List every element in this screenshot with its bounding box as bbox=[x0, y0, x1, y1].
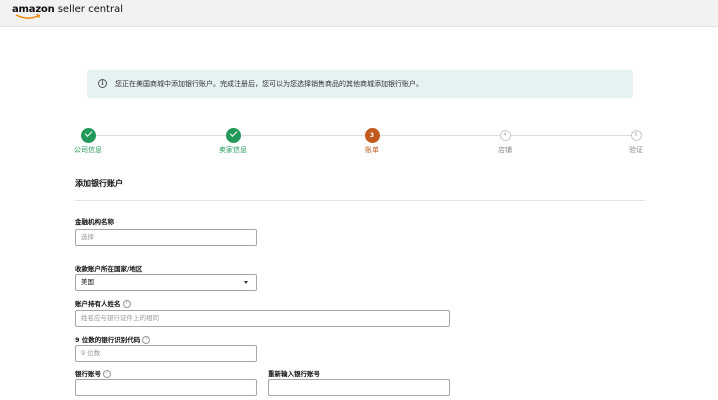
step-pending-number: 5 bbox=[630, 130, 642, 141]
step-label: 公司信息 bbox=[74, 146, 102, 154]
info-banner-text: 您正在美国商城中添加银行账户。完成注册后，您可以为您选择销售商品的其他商城添加银… bbox=[115, 80, 423, 88]
country-select[interactable]: 美国 bbox=[75, 274, 257, 291]
help-icon[interactable]: ? bbox=[142, 336, 151, 344]
account-number-label: 银行账号? bbox=[75, 368, 111, 378]
step-seller-info: 卖家信息 bbox=[203, 128, 263, 155]
institution-label: 金融机构名称 bbox=[75, 218, 114, 226]
account-holder-label: 账户持有人姓名? bbox=[75, 298, 131, 308]
step-complete-check-icon bbox=[80, 128, 96, 143]
account-number-label-text: 银行账号 bbox=[75, 370, 101, 378]
step-pending-number: 4 bbox=[499, 130, 511, 141]
confirm-account-number-input[interactable] bbox=[268, 379, 450, 396]
account-holder-label-text: 账户持有人姓名 bbox=[75, 300, 121, 308]
step-current-number: 3 bbox=[364, 128, 380, 143]
institution-select[interactable]: 选择 bbox=[75, 229, 257, 246]
logo-product: seller central bbox=[54, 4, 123, 15]
account-number-input[interactable] bbox=[75, 379, 257, 396]
top-bar: amazon seller central bbox=[0, 0, 718, 27]
step-label: 账单 bbox=[365, 146, 379, 154]
step-company-info: 公司信息 bbox=[58, 128, 118, 155]
info-icon: i bbox=[98, 79, 107, 88]
country-label: 收款账户所在国家/地区 bbox=[75, 265, 143, 273]
step-store: 4 店铺 bbox=[475, 128, 535, 155]
account-holder-input[interactable]: 姓名应与银行证件上的相同 bbox=[75, 310, 450, 327]
routing-number-label: 9 位数的银行识别代码? bbox=[75, 334, 151, 344]
section-title: 添加银行账户 bbox=[75, 179, 123, 188]
step-verification: 5 验证 bbox=[606, 128, 666, 155]
step-label: 店铺 bbox=[498, 146, 512, 154]
routing-number-label-text: 9 位数的银行识别代码 bbox=[75, 336, 141, 344]
step-billing: 3 账单 bbox=[342, 128, 402, 155]
amazon-smile-icon bbox=[15, 14, 41, 19]
help-icon[interactable]: ? bbox=[122, 300, 131, 308]
amazon-seller-central-logo[interactable]: amazon seller central bbox=[12, 4, 123, 19]
step-complete-check-icon bbox=[225, 128, 241, 143]
step-label: 卖家信息 bbox=[219, 146, 247, 154]
section-divider bbox=[75, 200, 645, 201]
help-icon[interactable]: ? bbox=[103, 370, 111, 378]
routing-number-input[interactable]: 9 位数 bbox=[75, 345, 257, 362]
info-banner: i 您正在美国商城中添加银行账户。完成注册后，您可以为您选择销售商品的其他商城添… bbox=[87, 70, 633, 98]
step-label: 验证 bbox=[629, 146, 643, 154]
confirm-account-number-label: 重新输入银行账号 bbox=[268, 370, 320, 378]
country-select-value: 美国 bbox=[81, 278, 94, 286]
chevron-down-icon bbox=[244, 281, 248, 284]
